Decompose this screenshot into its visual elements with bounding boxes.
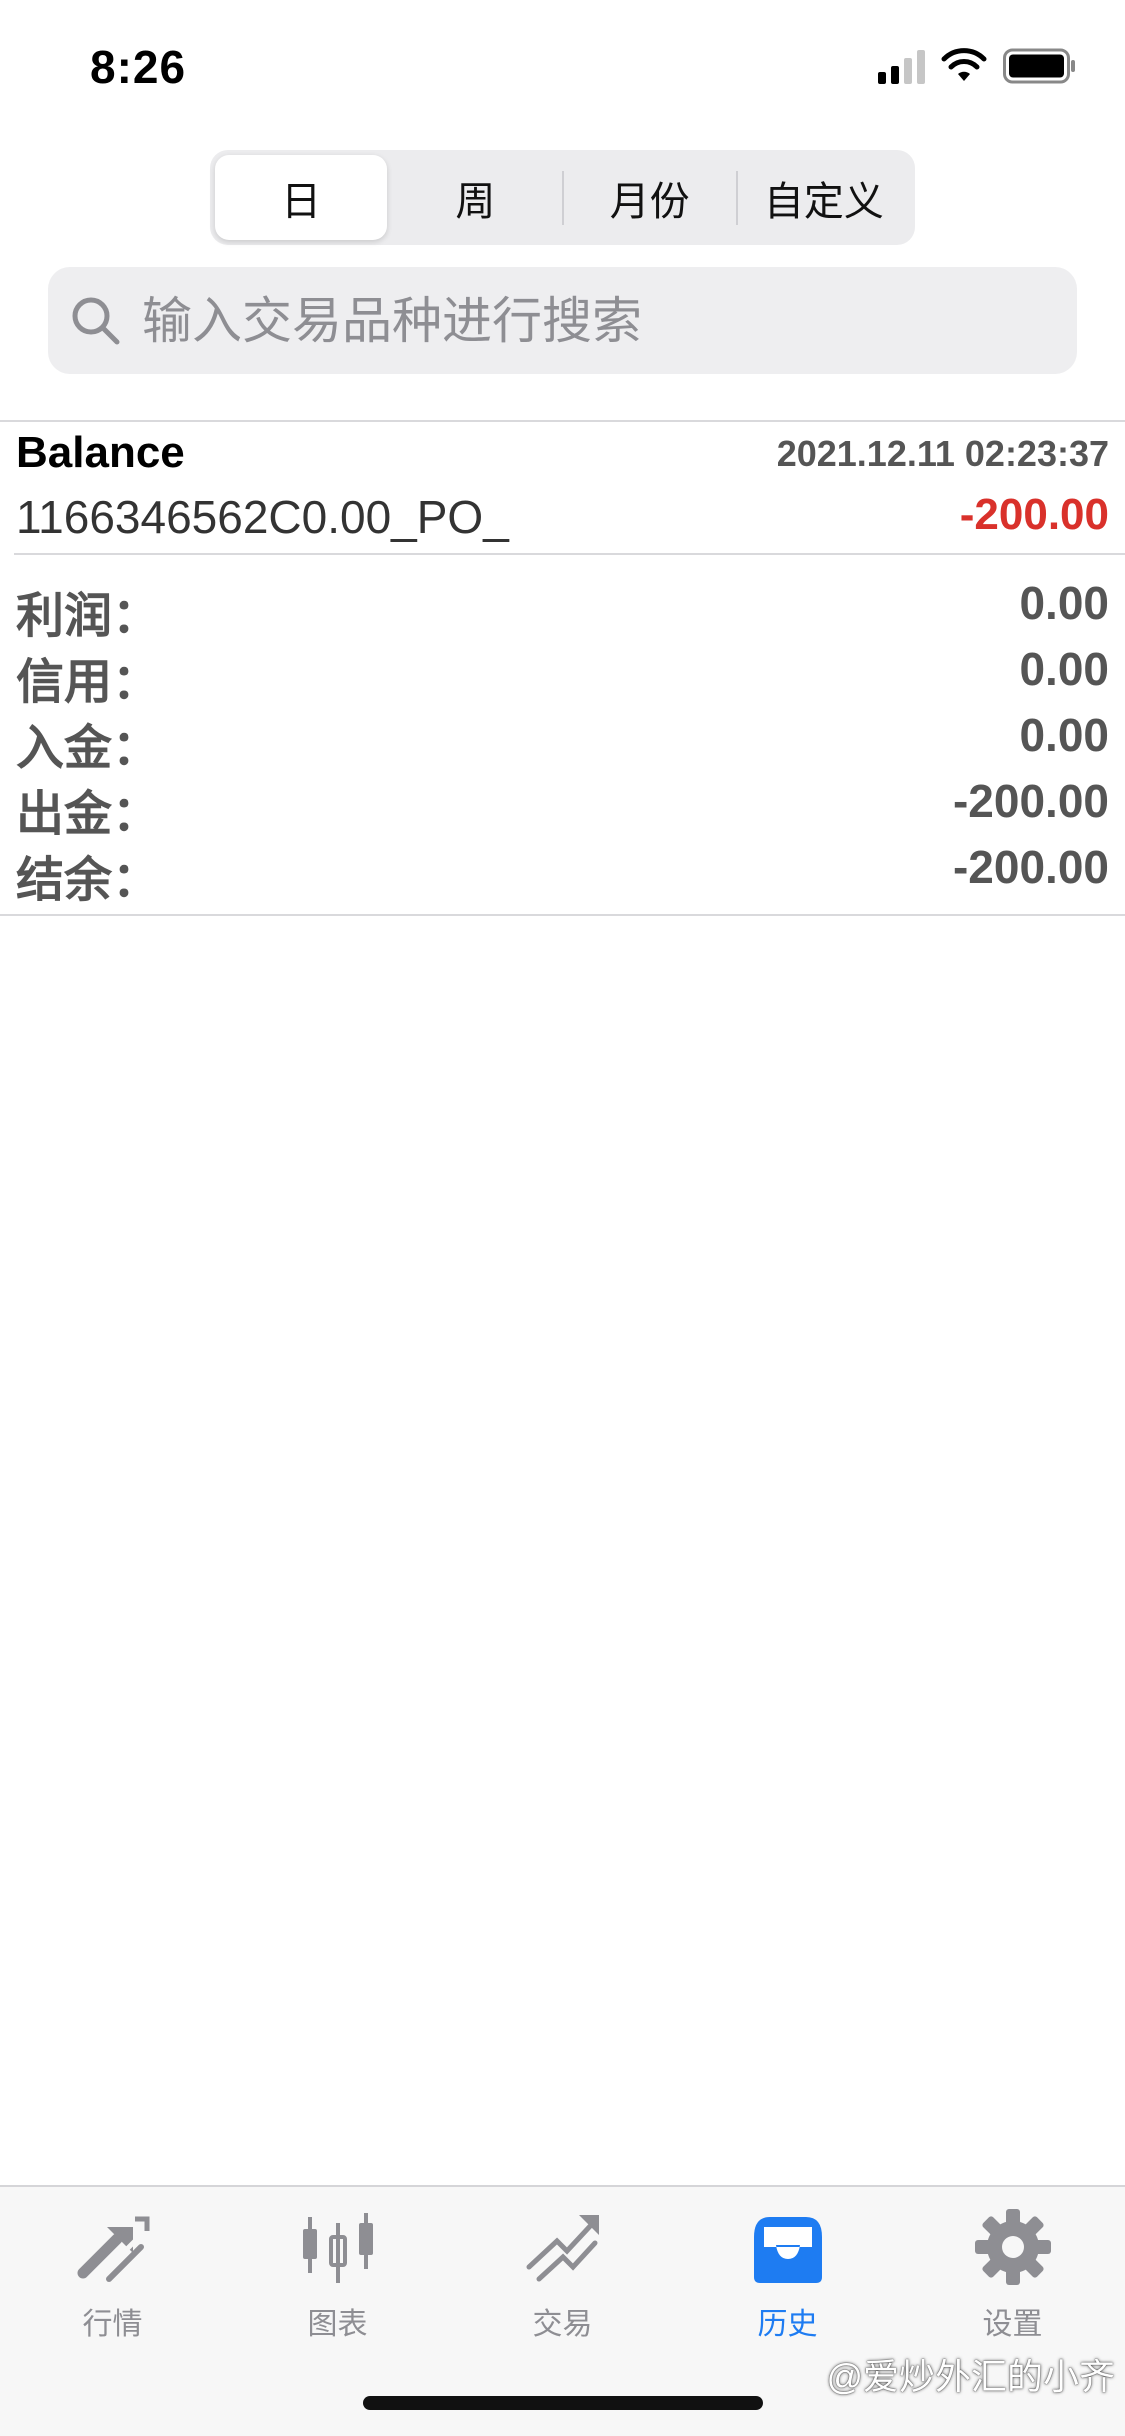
list-divider [0, 914, 1125, 916]
trade-trend-icon [526, 2215, 599, 2282]
search-input[interactable] [140, 290, 1044, 351]
tab-label: 设置 [982, 2308, 1043, 2341]
record-reference: 1166346562C0.00_PO_ [16, 491, 509, 543]
tab-label: 行情 [82, 2308, 143, 2341]
summary-section: 利润： 0.00 信用： 0.00 入金： 0.00 出金： -200.00 结… [0, 570, 1125, 907]
history-inbox-icon [753, 2217, 822, 2283]
record-timestamp: 2021.12.11 02:23:37 [776, 433, 1109, 474]
quotes-arrows-icon [77, 2216, 149, 2283]
summary-row-credit: 信用： 0.00 [0, 636, 1125, 709]
status-bar: 8:26 [0, 0, 1125, 135]
search-icon [72, 297, 120, 344]
summary-row-deposit: 入金： 0.00 [0, 702, 1125, 775]
tab-settings[interactable]: 设置 [900, 2207, 1125, 2343]
list-divider [14, 553, 1125, 555]
summary-label: 结余： [16, 854, 161, 907]
tab-chart[interactable]: 图表 [225, 2207, 450, 2343]
period-segmented-control: 日 周 月份 自定义 [210, 150, 915, 245]
summary-value: 0.00 [1019, 643, 1109, 695]
list-divider [0, 420, 1125, 422]
summary-row-balance: 结余： -200.00 [0, 834, 1125, 907]
tab-history[interactable]: 历史 [675, 2207, 900, 2343]
settings-gear-icon [974, 2209, 1051, 2285]
status-time: 8:26 [90, 41, 187, 93]
period-tab-custom[interactable]: 自定义 [738, 155, 910, 240]
period-tab-day[interactable]: 日 [215, 155, 388, 240]
summary-value: 0.00 [1019, 709, 1109, 761]
search-bar[interactable] [48, 267, 1077, 374]
tab-label: 图表 [307, 2308, 368, 2341]
record-title: Balance [16, 428, 185, 477]
summary-value: 0.00 [1019, 577, 1109, 629]
summary-value: -200.00 [952, 841, 1109, 893]
summary-value: -200.00 [952, 775, 1109, 827]
status-icons [878, 48, 1077, 84]
summary-row-withdrawal: 出金： -200.00 [0, 768, 1125, 841]
tab-quotes[interactable]: 行情 [0, 2207, 225, 2343]
wifi-icon [941, 48, 987, 81]
candlestick-chart-icon [302, 2213, 373, 2283]
tab-label: 交易 [532, 2308, 593, 2341]
home-indicator[interactable] [363, 2396, 763, 2410]
record-amount: -200.00 [959, 490, 1109, 539]
cellular-signal-icon [878, 48, 925, 84]
watermark-text: @爱炒外汇的小齐 [826, 2356, 1115, 2397]
tab-label: 历史 [757, 2308, 818, 2341]
summary-row-profit: 利润： 0.00 [0, 570, 1125, 643]
tab-trade[interactable]: 交易 [450, 2207, 675, 2343]
period-tab-month[interactable]: 月份 [564, 155, 736, 240]
period-tab-week[interactable]: 周 [389, 155, 561, 240]
battery-icon [1003, 48, 1075, 84]
